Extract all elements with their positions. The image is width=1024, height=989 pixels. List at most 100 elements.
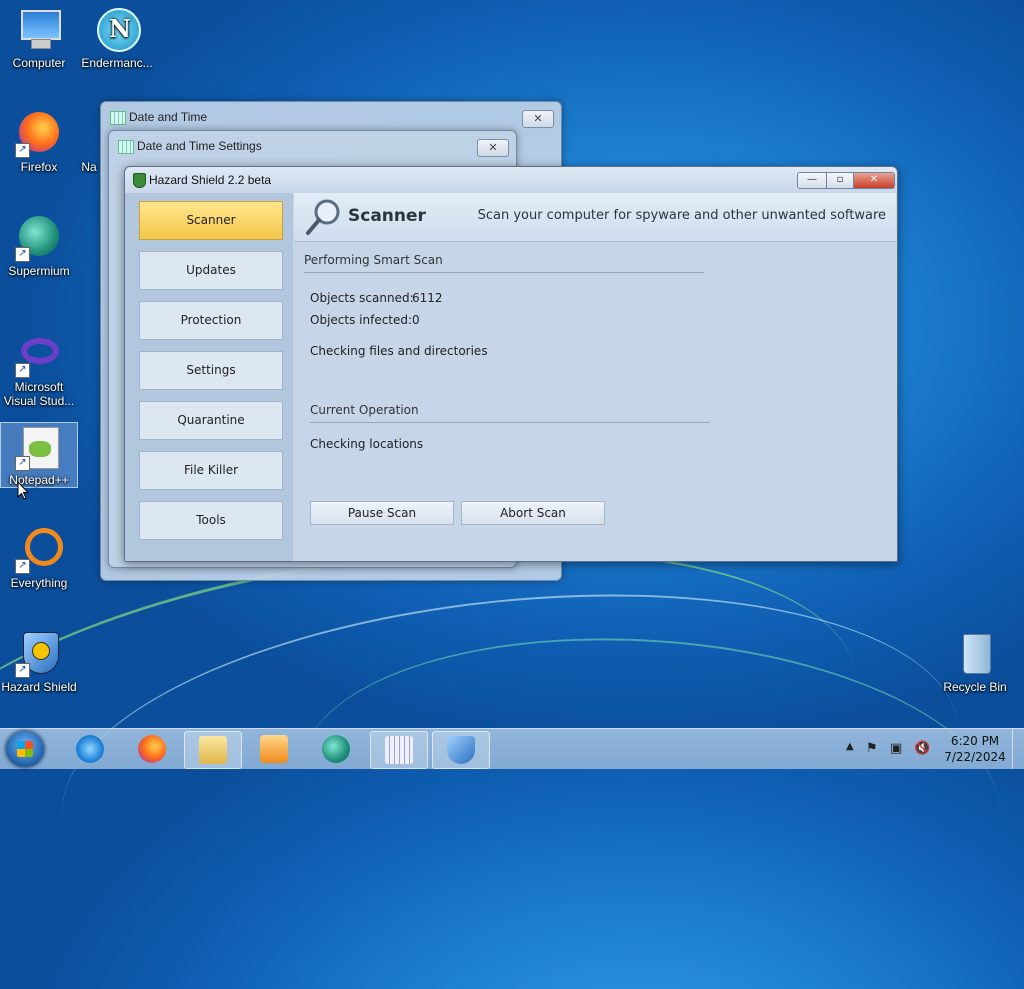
desktop-icon-label: Firefox: [20, 160, 58, 174]
system-tray: ▲ ⚑ ▣ 🔇: [844, 729, 954, 769]
desktop-icon-firefox[interactable]: ↗ Firefox: [0, 110, 78, 174]
close-button[interactable]: ✕: [477, 139, 509, 157]
media-player-icon: [260, 735, 288, 763]
nav-sidebar: Scanner Updates Protection Settings Quar…: [125, 193, 293, 561]
taskbar-firefox[interactable]: [124, 731, 180, 767]
date-time-icon: [110, 111, 126, 125]
window-title: Date and Time: [129, 110, 208, 124]
objects-scanned-label: Objects scanned:: [310, 291, 414, 305]
app-icon: [78, 110, 100, 158]
internet-explorer-icon: [76, 735, 104, 763]
volume-muted-icon[interactable]: 🔇: [914, 741, 930, 756]
mouse-cursor-icon: [17, 481, 29, 500]
desktop-icon-computer[interactable]: Computer: [0, 6, 78, 70]
desktop-icon-label: Computer: [12, 56, 66, 70]
shortcut-arrow-icon: ↗: [15, 559, 30, 574]
shortcut-arrow-icon: ↗: [15, 247, 30, 262]
scan-section-title: Performing Smart Scan: [304, 253, 443, 267]
start-button[interactable]: [6, 731, 44, 767]
visual-studio-icon: ↗: [15, 330, 63, 378]
desktop-icon-notepadpp[interactable]: ↗ Notepad++: [0, 422, 78, 488]
hazard-shield-window[interactable]: Hazard Shield 2.2 beta — ▫ ✕ Scanner Upd…: [124, 166, 898, 562]
show-desktop-button[interactable]: [1012, 729, 1024, 769]
title-bar[interactable]: Hazard Shield 2.2 beta — ▫ ✕: [125, 167, 897, 193]
everything-icon: ↗: [15, 526, 63, 574]
notepadpp-icon: ↗: [15, 423, 63, 471]
flag-icon[interactable]: ⚑: [866, 741, 878, 756]
magnifier-icon: [306, 199, 340, 235]
scanner-content: Performing Smart Scan Objects scanned: 6…: [294, 242, 896, 560]
pause-scan-button[interactable]: Pause Scan: [310, 501, 454, 525]
hazard-shield-icon: ↗: [15, 630, 63, 678]
close-button[interactable]: ✕: [522, 110, 554, 128]
taskbar: ▲ ⚑ ▣ 🔇 6:20 PM 7/22/2024: [0, 728, 1024, 769]
windows-logo-icon: [17, 741, 33, 757]
nav-settings[interactable]: Settings: [139, 351, 283, 390]
taskbar-media-player[interactable]: [246, 731, 302, 767]
firefox-icon: ↗: [15, 110, 63, 158]
calendar-icon: [385, 736, 413, 764]
divider: [310, 422, 710, 423]
wallpaper-swoosh: [44, 553, 976, 989]
minimize-button[interactable]: —: [797, 172, 827, 189]
shortcut-arrow-icon: ↗: [15, 663, 30, 678]
desktop-icon-label: Supermium: [8, 264, 70, 278]
computer-icon: [15, 6, 63, 54]
objects-infected-value: 0: [412, 313, 420, 327]
maximize-button[interactable]: ▫: [826, 172, 854, 189]
nav-tools[interactable]: Tools: [139, 501, 283, 540]
objects-scanned-value: 6112: [412, 291, 443, 305]
nav-quarantine[interactable]: Quarantine: [139, 401, 283, 440]
clock-time: 6:20 PM: [950, 734, 1000, 748]
date-time-icon: [118, 140, 134, 154]
shortcut-arrow-icon: ↗: [15, 143, 30, 158]
shield-icon: [133, 173, 146, 188]
desktop-icon-visual-studio[interactable]: ↗ Microsoft Visual Stud...: [0, 330, 78, 408]
clock[interactable]: 6:20 PM 7/22/2024: [940, 733, 1010, 765]
taskbar-date-time-settings[interactable]: [370, 731, 428, 769]
taskbar-file-explorer[interactable]: [184, 731, 242, 769]
show-hidden-icons-button[interactable]: ▲: [846, 741, 854, 752]
recycle-bin-icon: [951, 630, 999, 678]
supermium-icon: ↗: [15, 214, 63, 262]
taskbar-hazard-shield[interactable]: [432, 731, 490, 769]
divider: [304, 272, 704, 273]
window-title: Hazard Shield 2.2 beta: [149, 173, 272, 187]
desktop-icon-label: Recycle Bin: [943, 680, 1007, 694]
page-title: Scanner: [348, 206, 426, 226]
endermanch-icon: N: [93, 6, 141, 54]
scan-status: Checking files and directories: [310, 344, 488, 358]
abort-scan-button[interactable]: Abort Scan: [461, 501, 605, 525]
shortcut-arrow-icon: ↗: [15, 456, 30, 471]
taskbar-supermium[interactable]: [308, 731, 364, 767]
wallpaper-swoosh: [290, 615, 1010, 967]
supermium-icon: [322, 735, 350, 763]
desktop-icon-label: Microsoft Visual Stud...: [3, 380, 75, 408]
shortcut-arrow-icon: ↗: [15, 363, 30, 378]
nav-protection[interactable]: Protection: [139, 301, 283, 340]
desktop-icon-endermanch[interactable]: N Endermanc...: [78, 6, 156, 70]
close-button[interactable]: ✕: [853, 172, 895, 189]
desktop-icon-recycle-bin[interactable]: Recycle Bin: [936, 630, 1014, 694]
nav-updates[interactable]: Updates: [139, 251, 283, 290]
window-title: Date and Time Settings: [137, 139, 262, 153]
desktop-icon-partial[interactable]: Na: [78, 110, 100, 174]
firefox-icon: [138, 735, 166, 763]
taskbar-internet-explorer[interactable]: [62, 731, 118, 767]
scanner-header: Scanner Scan your computer for spyware a…: [294, 193, 896, 242]
desktop-icon-everything[interactable]: ↗ Everything: [0, 526, 78, 590]
desktop-icon-label: Hazard Shield: [1, 680, 77, 694]
page-subtitle: Scan your computer for spyware and other…: [477, 208, 886, 223]
nav-scanner[interactable]: Scanner: [139, 201, 283, 240]
desktop-icon-supermium[interactable]: ↗ Supermium: [0, 214, 78, 278]
network-icon[interactable]: ▣: [890, 741, 902, 756]
desktop-icon-label: Notepad++: [9, 473, 69, 487]
clock-date: 7/22/2024: [944, 750, 1006, 764]
objects-infected-label: Objects infected:: [310, 313, 413, 327]
folder-icon: [199, 736, 227, 764]
desktop-icon-label: Na: [81, 160, 97, 174]
desktop-icon-label: Endermanc...: [81, 56, 153, 70]
desktop-icon-hazard-shield[interactable]: ↗ Hazard Shield: [0, 630, 78, 694]
hazard-shield-icon: [447, 736, 475, 764]
nav-file-killer[interactable]: File Killer: [139, 451, 283, 490]
